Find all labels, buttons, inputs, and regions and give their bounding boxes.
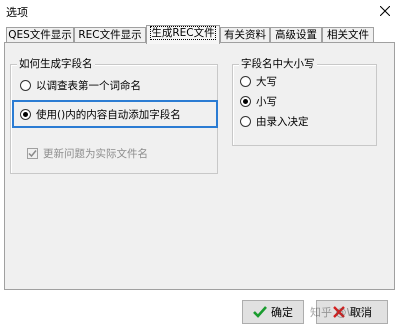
radio-label: 由录入决定: [256, 116, 309, 128]
radio-button[interactable]: [240, 76, 251, 87]
checkmark-icon: [253, 306, 267, 318]
checkbox-label: 更新问题为实际文件名: [43, 148, 148, 160]
tab-advanced-settings[interactable]: 高级设置: [270, 27, 322, 43]
window-title: 选项: [6, 6, 28, 19]
tab-related-info[interactable]: 有关资料: [220, 27, 270, 43]
radio-by-input[interactable]: 由录入决定: [240, 114, 309, 129]
radio-auto-field-name[interactable]: 使用()内的内容自动添加字段名: [20, 107, 181, 122]
tab-rec-display[interactable]: REC文件显示: [74, 27, 146, 43]
tab-strip: QES文件显示 REC文件显示 生成REC文件 有关资料 高级设置 相关文件: [6, 25, 394, 44]
tab-label: 高级设置: [275, 29, 317, 41]
radio-lowercase[interactable]: 小写: [240, 94, 277, 109]
case-group-legend: 字段名中大小写: [239, 58, 317, 71]
field-name-group-legend: 如何生成字段名: [17, 58, 95, 71]
radio-label: 以调查表第一个词命名: [36, 80, 141, 92]
radio-first-word[interactable]: 以调查表第一个词命名: [20, 78, 141, 93]
radio-button[interactable]: [240, 96, 251, 107]
tab-label: 有关资料: [224, 29, 266, 41]
close-button[interactable]: [371, 0, 399, 22]
cancel-label: 取消: [350, 306, 372, 319]
cancel-x-icon: [333, 306, 345, 318]
cancel-button[interactable]: 取消: [316, 300, 388, 324]
radio-label: 大写: [256, 76, 277, 88]
tab-generate-rec[interactable]: 生成REC文件: [146, 25, 220, 44]
tab-label: 生成REC文件: [150, 26, 216, 40]
radio-button[interactable]: [20, 80, 31, 91]
title-bar: 选项: [0, 0, 399, 22]
checkbox-box[interactable]: [27, 148, 38, 159]
radio-button[interactable]: [20, 109, 31, 120]
checkmark-icon: [28, 150, 37, 158]
ok-button[interactable]: 确定: [242, 300, 304, 324]
radio-label: 使用()内的内容自动添加字段名: [36, 109, 181, 121]
options-dialog: 选项 QES文件显示 REC文件显示 生成REC文件 有关资料 高级设置 相关文…: [0, 0, 399, 330]
tab-label: QES文件显示: [8, 29, 72, 41]
tab-qes-display[interactable]: QES文件显示: [6, 27, 74, 43]
tab-label: REC文件显示: [78, 29, 142, 41]
radio-button[interactable]: [240, 116, 251, 127]
tab-label: 相关文件: [327, 29, 369, 41]
radio-label: 小写: [256, 96, 277, 108]
checkbox-update-question[interactable]: 更新问题为实际文件名: [27, 146, 148, 161]
tab-related-files[interactable]: 相关文件: [322, 27, 374, 43]
close-icon: [380, 6, 390, 16]
ok-label: 确定: [271, 306, 293, 319]
radio-uppercase[interactable]: 大写: [240, 74, 277, 89]
